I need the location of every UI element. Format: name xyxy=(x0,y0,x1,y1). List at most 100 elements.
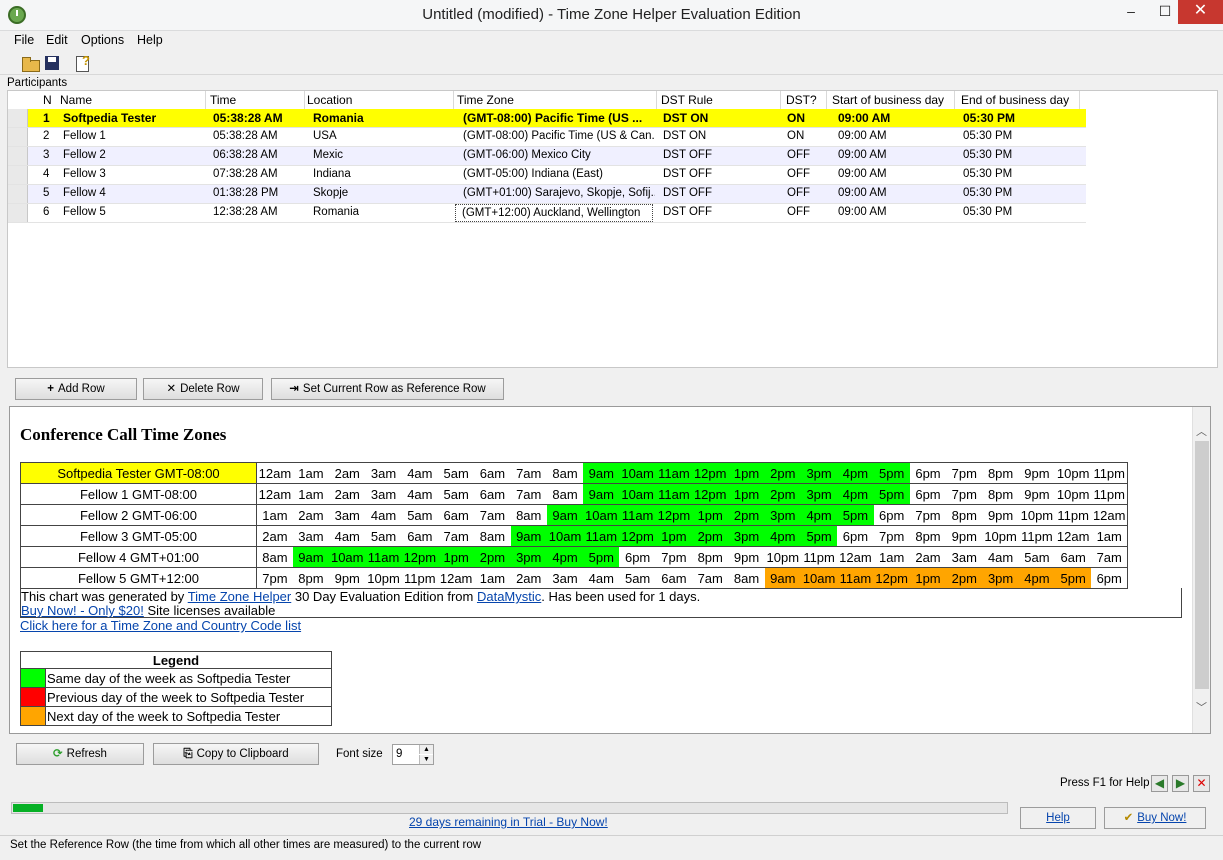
cell-time-zone[interactable]: (GMT-08:00) Pacific Time (US & Can... xyxy=(463,130,655,142)
row-selector[interactable] xyxy=(8,147,28,165)
spin-down-icon[interactable]: ▼ xyxy=(419,755,433,764)
cell-dst[interactable]: ON xyxy=(787,130,804,142)
col-time-zone[interactable]: Time Zone xyxy=(457,93,514,107)
cell-name[interactable]: Softpedia Tester xyxy=(63,111,156,125)
country-code-list-link[interactable]: Click here for a Time Zone and Country C… xyxy=(20,618,301,633)
table-row[interactable]: 2 Fellow 1 05:38:28 AM USA (GMT-08:00) P… xyxy=(8,128,1086,147)
help-link[interactable]: Help xyxy=(1046,812,1070,824)
buy-now-link[interactable]: Buy Now! - Only $20! xyxy=(21,603,144,618)
datamystic-link[interactable]: DataMystic xyxy=(477,589,541,604)
cell-end[interactable]: 05:30 PM xyxy=(963,130,1012,142)
cell-location[interactable]: Romania xyxy=(313,111,364,125)
close-x-icon[interactable]: ✕ xyxy=(1193,775,1210,792)
time-zone-helper-link[interactable]: Time Zone Helper xyxy=(188,589,292,604)
menu-options[interactable]: Options xyxy=(81,33,124,47)
scroll-up-icon[interactable]: ︿ xyxy=(1196,423,1207,439)
cell-start[interactable]: 09:00 AM xyxy=(838,111,890,125)
save-icon[interactable] xyxy=(42,53,62,73)
scroll-thumb[interactable] xyxy=(1195,441,1209,689)
cell-name[interactable]: Fellow 3 xyxy=(63,168,106,180)
col-location[interactable]: Location xyxy=(307,93,352,107)
col-name[interactable]: Name xyxy=(60,93,92,107)
cell-dst-rule[interactable]: DST OFF xyxy=(663,168,712,180)
cell-end[interactable]: 05:30 PM xyxy=(963,168,1012,180)
copy-to-clipboard-button[interactable]: ⎘ Copy to Clipboard xyxy=(153,743,319,765)
set-reference-row-button[interactable]: ⇥ Set Current Row as Reference Row xyxy=(271,378,504,400)
participants-grid[interactable]: N Name Time Location Time Zone DST Rule … xyxy=(7,90,1218,368)
forward-arrow-icon[interactable]: ▶ xyxy=(1172,775,1189,792)
col-end-business[interactable]: End of business day xyxy=(961,93,1069,107)
cell-time[interactable]: 01:38:28 PM xyxy=(213,187,278,199)
cell-time-zone[interactable]: (GMT+01:00) Sarajevo, Skopje, Sofij... xyxy=(463,187,655,199)
cell-time-zone[interactable]: (GMT-06:00) Mexico City xyxy=(463,149,655,161)
cell-dst[interactable]: OFF xyxy=(787,168,810,180)
cell-end[interactable]: 05:30 PM xyxy=(963,149,1012,161)
cell-dst-rule[interactable]: DST ON xyxy=(663,130,706,142)
refresh-button[interactable]: ⟳ Refresh xyxy=(16,743,144,765)
row-selector[interactable] xyxy=(8,128,28,146)
cell-dst[interactable]: OFF xyxy=(787,187,810,199)
cell-dst[interactable]: ON xyxy=(787,111,805,125)
cell-time[interactable]: 05:38:28 AM xyxy=(213,111,283,125)
col-dst-rule[interactable]: DST Rule xyxy=(661,93,713,107)
back-arrow-icon[interactable]: ◀ xyxy=(1151,775,1168,792)
row-selector[interactable] xyxy=(8,166,28,184)
cell-time-zone-focused[interactable]: (GMT+12:00) Auckland, Wellington xyxy=(455,204,653,222)
cell-end[interactable]: 05:30 PM xyxy=(963,111,1015,125)
buy-now-label[interactable]: Buy Now! xyxy=(1137,812,1186,824)
report-scrollbar[interactable]: ︿ ﹀ xyxy=(1192,407,1210,733)
cell-dst[interactable]: OFF xyxy=(787,206,810,218)
buy-now-button[interactable]: ✔ Buy Now! xyxy=(1104,807,1206,829)
font-size-stepper[interactable]: 9 ▲ ▼ xyxy=(392,744,434,765)
table-row[interactable]: 3 Fellow 2 06:38:28 AM Mexic (GMT-06:00)… xyxy=(8,147,1086,166)
cell-dst-rule[interactable]: DST OFF xyxy=(663,187,712,199)
cell-start[interactable]: 09:00 AM xyxy=(838,206,887,218)
report-view[interactable]: Conference Call Time Zones Softpedia Tes… xyxy=(9,406,1211,734)
close-button[interactable]: ✕ xyxy=(1178,0,1223,24)
row-selector[interactable] xyxy=(8,204,28,222)
cell-dst-rule[interactable]: DST OFF xyxy=(663,149,712,161)
add-row-button[interactable]: + Add Row xyxy=(15,378,137,400)
cell-name[interactable]: Fellow 5 xyxy=(63,206,106,218)
cell-end[interactable]: 05:30 PM xyxy=(963,187,1012,199)
cell-time-zone[interactable]: (GMT-05:00) Indiana (East) xyxy=(463,168,655,180)
row-selector[interactable] xyxy=(8,185,28,203)
table-row[interactable]: 5 Fellow 4 01:38:28 PM Skopje (GMT+01:00… xyxy=(8,185,1086,204)
cell-location[interactable]: Indiana xyxy=(313,168,351,180)
col-dst[interactable]: DST? xyxy=(786,93,817,107)
col-n[interactable]: N xyxy=(43,93,52,107)
cell-start[interactable]: 09:00 AM xyxy=(838,130,887,142)
cell-name[interactable]: Fellow 2 xyxy=(63,149,106,161)
col-start-business[interactable]: Start of business day xyxy=(832,93,944,107)
cell-location[interactable]: Romania xyxy=(313,206,359,218)
cell-dst-rule[interactable]: DST ON xyxy=(663,111,708,125)
row-selector[interactable] xyxy=(8,109,28,127)
cell-dst[interactable]: OFF xyxy=(787,149,810,161)
cell-name[interactable]: Fellow 1 xyxy=(63,130,106,142)
open-folder-icon[interactable] xyxy=(20,53,40,73)
table-row[interactable]: 6 Fellow 5 12:38:28 AM Romania (GMT+12:0… xyxy=(8,204,1086,223)
cell-start[interactable]: 09:00 AM xyxy=(838,149,887,161)
maximize-button[interactable]: ☐ xyxy=(1148,0,1182,24)
cell-time[interactable]: 07:38:28 AM xyxy=(213,168,278,180)
cell-start[interactable]: 09:00 AM xyxy=(838,187,887,199)
cell-location[interactable]: USA xyxy=(313,130,337,142)
cell-time[interactable]: 12:38:28 AM xyxy=(213,206,278,218)
cell-name[interactable]: Fellow 4 xyxy=(63,187,106,199)
minimize-button[interactable]: – xyxy=(1114,0,1148,24)
help-button[interactable]: Help xyxy=(1020,807,1096,829)
cell-time-zone[interactable]: (GMT-08:00) Pacific Time (US ... xyxy=(463,111,655,125)
spin-up-icon[interactable]: ▲ xyxy=(419,745,433,754)
cell-location[interactable]: Skopje xyxy=(313,187,348,199)
cell-time[interactable]: 06:38:28 AM xyxy=(213,149,278,161)
cell-location[interactable]: Mexic xyxy=(313,149,343,161)
font-size-value[interactable]: 9 xyxy=(396,748,402,760)
menu-file[interactable]: File xyxy=(14,33,34,47)
col-time[interactable]: Time xyxy=(210,93,236,107)
scroll-down-icon[interactable]: ﹀ xyxy=(1196,699,1207,715)
properties-help-icon[interactable] xyxy=(72,53,92,73)
delete-row-button[interactable]: ✕ Delete Row xyxy=(143,378,263,400)
table-row[interactable]: 4 Fellow 3 07:38:28 AM Indiana (GMT-05:0… xyxy=(8,166,1086,185)
cell-end[interactable]: 05:30 PM xyxy=(963,206,1012,218)
cell-time[interactable]: 05:38:28 AM xyxy=(213,130,278,142)
